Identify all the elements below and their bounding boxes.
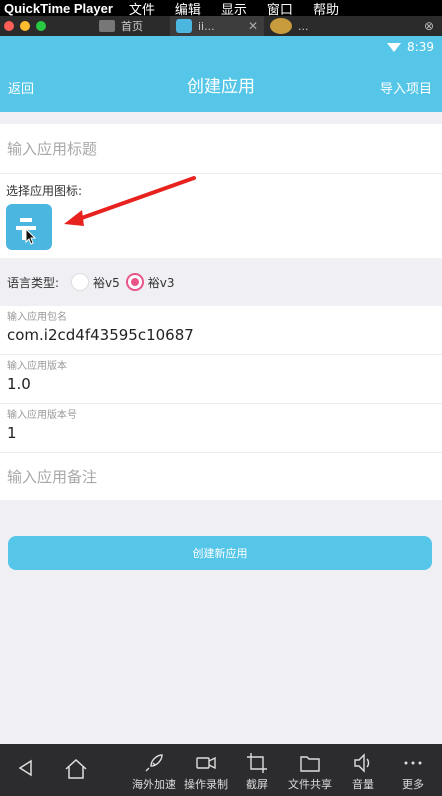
rocket-icon xyxy=(145,754,163,772)
other-tab-icon xyxy=(270,18,292,34)
tab-app[interactable]: ii... ✕ xyxy=(170,16,264,36)
close-tab-icon[interactable]: ✕ xyxy=(248,19,258,33)
wifi-icon xyxy=(387,42,402,52)
tab-home-label: 首页 xyxy=(121,20,143,33)
menu-help[interactable]: 帮助 xyxy=(313,0,339,18)
tab-home[interactable]: 首页 xyxy=(72,16,170,36)
menu-file[interactable]: 文件 xyxy=(129,0,155,18)
app-title-placeholder: 输入应用标题 xyxy=(7,140,98,158)
create-app-button[interactable]: 创建新应用 xyxy=(8,536,432,570)
bottom-toolbar: 海外加速 操作录制 截屏 文件共享 音量 更多 xyxy=(0,744,442,796)
radio-v3-circle[interactable] xyxy=(125,273,144,291)
radio-lang-v3[interactable]: 裕v3 xyxy=(125,273,175,291)
app-logo-icon xyxy=(20,218,32,222)
package-name-field[interactable]: 输入应用包名 com.i2cd4f43595c10687 xyxy=(0,306,442,355)
menu-edit[interactable]: 编辑 xyxy=(175,0,201,18)
file-share-button[interactable]: 文件共享 xyxy=(288,752,332,792)
volume-label: 音量 xyxy=(352,778,374,791)
tab-other[interactable]: ... xyxy=(264,16,334,36)
app-icon-picker[interactable] xyxy=(6,204,52,250)
version-code-value[interactable]: 1 xyxy=(7,424,17,442)
version-value[interactable]: 1.0 xyxy=(7,375,31,393)
record-label: 操作录制 xyxy=(184,778,228,791)
version-field[interactable]: 输入应用版本 1.0 xyxy=(0,355,442,404)
more-button[interactable]: 更多 xyxy=(402,752,424,792)
page-title: 创建应用 xyxy=(187,77,255,97)
red-arrow-icon xyxy=(64,176,196,226)
speaker-icon xyxy=(354,753,370,773)
tab-app-label: ii... xyxy=(198,19,215,33)
video-camera-icon xyxy=(196,756,216,770)
title-bar: 返回 创建应用 导入项目 xyxy=(0,58,442,112)
folder-icon xyxy=(300,756,320,772)
window-tabstrip: 首页 ii... ✕ ... ⊗ xyxy=(0,16,442,36)
tab-overflow-icon[interactable]: ⊗ xyxy=(424,19,434,33)
tab-other-label: ... xyxy=(298,19,309,33)
package-name-value[interactable]: com.i2cd4f43595c10687 xyxy=(7,326,194,344)
language-type-row: 语言类型: 裕v5 裕v3 xyxy=(0,258,442,306)
app-name[interactable]: QuickTime Player xyxy=(0,1,113,16)
window-controls xyxy=(0,21,72,31)
radio-v5-circle[interactable] xyxy=(71,273,90,291)
import-project-button[interactable]: 导入项目 xyxy=(380,78,432,97)
nav-back-button[interactable] xyxy=(16,758,36,780)
remark-input[interactable]: 输入应用备注 xyxy=(0,453,442,500)
app-tab-icon xyxy=(176,19,192,33)
volume-button[interactable]: 音量 xyxy=(352,752,374,792)
icon-selector-section: 选择应用图标: xyxy=(0,174,442,258)
mac-menubar: QuickTime Player 文件 编辑 显示 窗口 帮助 xyxy=(0,0,442,18)
screenshot-label: 截屏 xyxy=(246,778,268,791)
radio-v3-label: 裕v3 xyxy=(147,275,175,290)
menu-window[interactable]: 窗口 xyxy=(267,0,293,18)
record-button[interactable]: 操作录制 xyxy=(184,752,228,792)
package-name-label: 输入应用包名 xyxy=(7,312,67,323)
home-tab-icon xyxy=(99,20,115,32)
crop-icon xyxy=(247,753,267,773)
remark-placeholder: 输入应用备注 xyxy=(7,468,98,486)
version-label: 输入应用版本 xyxy=(7,361,67,372)
speedup-button[interactable]: 海外加速 xyxy=(132,752,176,792)
more-dots-icon xyxy=(404,761,422,765)
file-share-label: 文件共享 xyxy=(288,778,332,791)
more-label: 更多 xyxy=(402,778,424,791)
version-code-label: 输入应用版本号 xyxy=(7,410,77,421)
close-window-button[interactable] xyxy=(4,21,14,31)
menu-view[interactable]: 显示 xyxy=(221,0,247,18)
minimize-window-button[interactable] xyxy=(20,21,30,31)
home-icon xyxy=(65,758,87,779)
status-bar: 8:39 xyxy=(0,36,442,58)
version-code-field[interactable]: 输入应用版本号 1 xyxy=(0,404,442,453)
radio-v5-label: 裕v5 xyxy=(93,275,120,290)
zoom-window-button[interactable] xyxy=(36,21,46,31)
back-triangle-icon xyxy=(18,759,32,777)
screenshot-button[interactable]: 截屏 xyxy=(246,752,268,792)
radio-lang-v5[interactable]: 裕v5 xyxy=(71,273,120,291)
status-time: 8:39 xyxy=(407,40,434,54)
app-title-input[interactable]: 输入应用标题 xyxy=(0,124,442,174)
speedup-label: 海外加速 xyxy=(132,778,176,791)
language-type-label: 语言类型: xyxy=(7,275,60,290)
android-screen: 8:39 返回 创建应用 导入项目 输入应用标题 选择应用图标: 语言类型: 裕… xyxy=(0,36,442,744)
nav-home-button[interactable] xyxy=(64,758,88,782)
mouse-cursor-icon xyxy=(25,228,37,245)
